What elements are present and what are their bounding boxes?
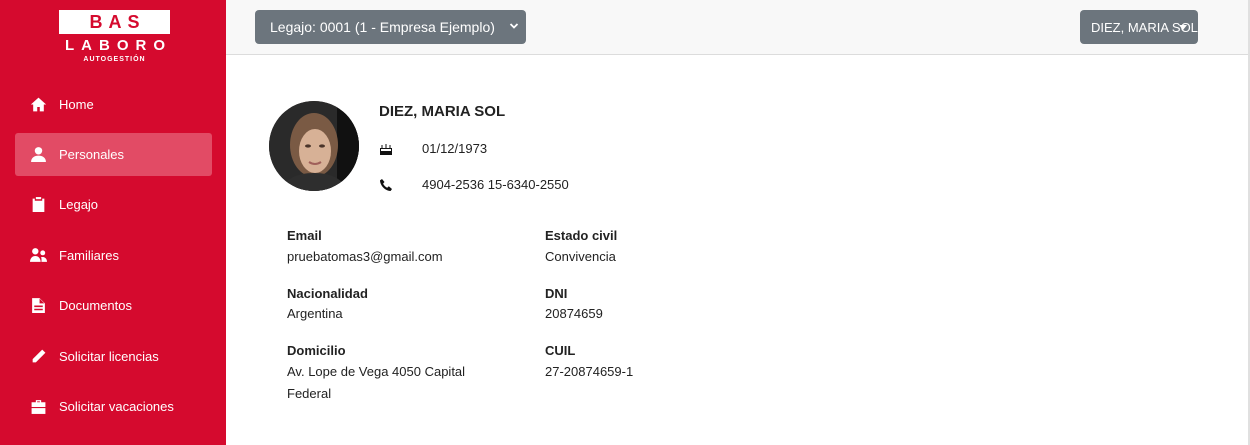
phone-row: 4904-2536 15-6340-2550 bbox=[379, 177, 569, 192]
sidebar: BAS LABORO AUTOGESTIÓN Home Personales L… bbox=[0, 0, 226, 445]
sidebar-item-solicitar-vacaciones[interactable]: Solicitar vacaciones bbox=[15, 385, 212, 428]
sidebar-item-solicitar-licencias[interactable]: Solicitar licencias bbox=[15, 335, 212, 378]
home-icon bbox=[29, 96, 47, 114]
phone-icon bbox=[379, 178, 393, 192]
sidebar-item-legajo[interactable]: Legajo bbox=[15, 183, 212, 226]
sidebar-item-label: Familiares bbox=[59, 248, 119, 263]
dni-label: DNI bbox=[545, 286, 568, 301]
domicilio-value-line-2: Federal bbox=[287, 386, 332, 401]
email-value: pruebatomas3@gmail.com bbox=[287, 249, 443, 264]
sidebar-item-label: Solicitar vacaciones bbox=[59, 399, 174, 414]
legajo-select[interactable]: Legajo: 0001 (1 - Empresa Ejemplo) bbox=[255, 10, 526, 44]
chevron-down-icon bbox=[509, 23, 519, 29]
user-icon bbox=[29, 146, 47, 164]
sidebar-item-familiares[interactable]: Familiares bbox=[15, 234, 212, 277]
logo-line-1: BAS bbox=[59, 10, 170, 34]
family-icon bbox=[29, 247, 47, 265]
phone-number: 4904-2536 15-6340-2550 bbox=[422, 177, 569, 192]
dni-value: 20874659 bbox=[545, 306, 603, 321]
sidebar-item-home[interactable]: Home bbox=[15, 83, 212, 126]
logo-line-3: AUTOGESTIÓN bbox=[83, 56, 146, 63]
avatar bbox=[269, 101, 359, 191]
sidebar-item-label: Documentos bbox=[59, 298, 132, 313]
email-label: Email bbox=[287, 228, 322, 243]
user-menu-button[interactable]: DIEZ, MARIA SOL bbox=[1080, 10, 1198, 44]
sidebar-item-documentos[interactable]: Documentos bbox=[15, 284, 212, 327]
estado-civil-label: Estado civil bbox=[545, 228, 618, 243]
nacionalidad-value: Argentina bbox=[287, 306, 343, 321]
cuil-value: 27-20874659-1 bbox=[545, 364, 634, 379]
bas-laboro-logo[interactable]: BAS LABORO AUTOGESTIÓN bbox=[59, 10, 170, 66]
cuil-label: CUIL bbox=[545, 343, 576, 358]
logo-line-2: LABORO bbox=[65, 37, 172, 54]
birth-date-row: 01/12/1973 bbox=[379, 141, 487, 156]
legajo-select-value: Legajo: 0001 (1 - Empresa Ejemplo) bbox=[270, 19, 495, 35]
document-icon bbox=[29, 297, 47, 315]
domicilio-value-line-1: Av. Lope de Vega 4050 Capital bbox=[287, 364, 466, 379]
clipboard-icon bbox=[29, 196, 47, 214]
domicilio-label: Domicilio bbox=[287, 343, 346, 358]
birth-date: 01/12/1973 bbox=[422, 141, 488, 156]
sidebar-item-label: Legajo bbox=[59, 197, 99, 212]
sidebar-item-label: Personales bbox=[59, 147, 125, 162]
estado-civil-value: Convivencia bbox=[545, 249, 616, 264]
profile-name: DIEZ, MARIA SOL bbox=[379, 103, 506, 120]
sidebar-item-label: Home bbox=[59, 97, 94, 112]
top-bar: Legajo: 0001 (1 - Empresa Ejemplo) DIEZ,… bbox=[226, 0, 1248, 55]
sidebar-item-label: Solicitar licencias bbox=[59, 349, 159, 364]
briefcase-icon bbox=[29, 398, 47, 416]
nacionalidad-label: Nacionalidad bbox=[287, 286, 368, 301]
birthday-cake-icon bbox=[379, 142, 393, 156]
sidebar-item-personales[interactable]: Personales bbox=[15, 133, 212, 176]
caret-down-icon bbox=[1179, 25, 1187, 30]
pencil-icon bbox=[29, 348, 47, 366]
